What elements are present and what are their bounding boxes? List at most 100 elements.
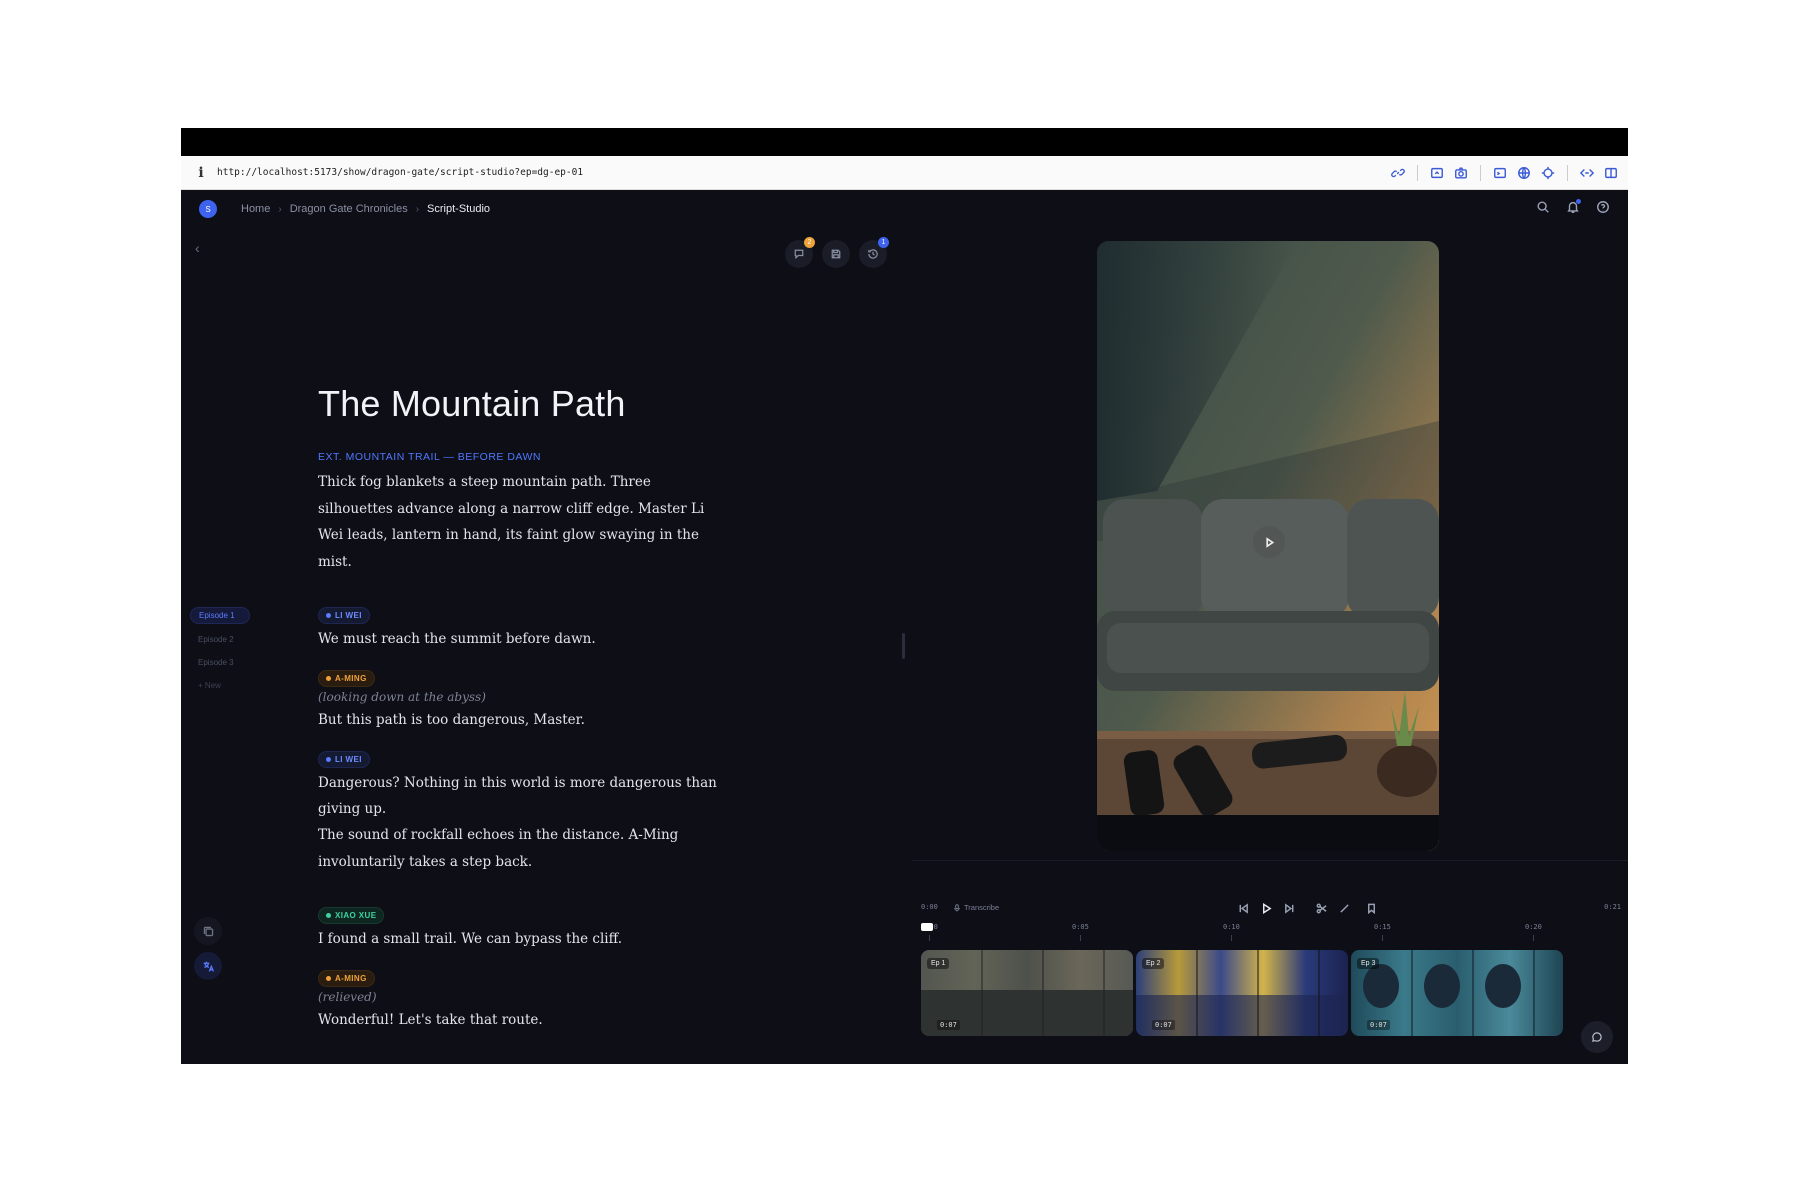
chat-bubble-icon — [1592, 1032, 1602, 1042]
breadcrumb-home[interactable]: Home — [241, 203, 270, 215]
timeline-clip-ep1[interactable]: Ep 1 0:07 — [921, 950, 1133, 1036]
parenthetical[interactable]: (relieved) — [318, 987, 718, 1007]
breadcrumb-show[interactable]: Dragon Gate Chronicles — [290, 203, 408, 215]
skip-forward-icon — [1284, 902, 1293, 914]
clip-duration: 0:07 — [937, 1020, 960, 1030]
play-icon — [1265, 536, 1274, 548]
comments-button[interactable]: 2 — [785, 237, 815, 268]
preview-play-button[interactable] — [1253, 526, 1285, 558]
ruler-mark — [1533, 935, 1534, 941]
camera-icon[interactable] — [1452, 164, 1470, 182]
skip-back-button[interactable] — [1236, 901, 1250, 915]
split-view-icon[interactable] — [1602, 164, 1620, 182]
dialogue-line[interactable]: Wonderful! Let's take that route. — [318, 1007, 718, 1033]
bookmark-icon — [1367, 903, 1375, 914]
translate-icon — [203, 961, 214, 972]
url-text[interactable]: http://localhost:5173/show/dragon-gate/s… — [217, 167, 583, 178]
screenshot-region-icon[interactable] — [1428, 164, 1446, 182]
ruler-tick-label: 0:05 — [1072, 923, 1089, 931]
terminal-icon[interactable] — [1491, 164, 1509, 182]
ruler-mark — [1382, 935, 1383, 941]
search-icon[interactable] — [1536, 200, 1550, 219]
character-dot — [326, 613, 331, 618]
duplicate-button[interactable] — [194, 917, 222, 945]
translate-button[interactable] — [194, 952, 222, 980]
character-dot — [326, 976, 331, 981]
timeline-clip-ep3[interactable]: Ep 3 0:07 — [1351, 950, 1563, 1036]
dialogue-line[interactable]: I found a small trail. We can bypass the… — [318, 926, 718, 952]
header-actions — [1536, 189, 1610, 229]
save-button[interactable] — [822, 240, 850, 268]
script-title[interactable]: The Mountain Path — [318, 383, 718, 425]
character-dot — [326, 757, 331, 762]
comment-icon — [794, 249, 804, 260]
clip-label: Ep 1 — [927, 958, 950, 969]
breadcrumb-current: Script-Studio — [427, 203, 491, 215]
history-button[interactable]: 1 — [859, 237, 889, 268]
character-cue[interactable]: LI WEI — [318, 607, 370, 624]
breadcrumb-separator: › — [415, 203, 420, 215]
history-badge: 1 — [878, 237, 889, 248]
character-cue[interactable]: A-MING — [318, 970, 375, 987]
dialogue-line[interactable]: But this path is too dangerous, Master. — [318, 707, 718, 733]
crosshair-icon[interactable] — [1539, 164, 1557, 182]
action-text[interactable]: The sound of rockfall echoes in the dist… — [318, 822, 718, 875]
ruler-mark — [929, 935, 930, 941]
character-cue[interactable]: A-MING — [318, 670, 375, 687]
comments-badge: 2 — [804, 237, 815, 248]
panel-resize-handle[interactable] — [902, 633, 905, 659]
skip-forward-button[interactable] — [1282, 901, 1296, 915]
transcribe-button[interactable]: Transcribe — [953, 903, 999, 912]
slash-icon — [1339, 903, 1349, 913]
episode-tab-2[interactable]: Episode 2 — [190, 632, 250, 647]
save-icon — [831, 249, 841, 259]
action-text[interactable]: Thick fog blankets a steep mountain path… — [318, 469, 718, 575]
character-cue[interactable]: XIAO XUE — [318, 907, 385, 924]
scene-heading[interactable]: EXT. MOUNTAIN TRAIL — BEFORE DAWN — [318, 451, 718, 463]
timeline-clip-ep2[interactable]: Ep 2 0:07 — [1136, 950, 1348, 1036]
toolbar-divider — [1417, 164, 1418, 181]
chat-button[interactable] — [1581, 1021, 1613, 1053]
bell-icon[interactable] — [1566, 198, 1581, 219]
user-avatar[interactable]: S — [199, 200, 217, 218]
parenthetical[interactable]: (looking down at the abyss) — [318, 687, 718, 707]
collapse-sidebar-button[interactable]: ‹ — [195, 240, 200, 256]
blade-button[interactable] — [1337, 901, 1351, 915]
character-dot — [326, 913, 331, 918]
ruler-mark — [1231, 935, 1232, 941]
dialogue-line[interactable]: We must reach the summit before dawn. — [318, 626, 718, 652]
marker-button[interactable] — [1364, 901, 1378, 915]
playhead[interactable] — [921, 923, 933, 931]
play-button[interactable] — [1259, 901, 1273, 915]
code-icon[interactable] — [1578, 164, 1596, 182]
episode-tab-3[interactable]: Episode 3 — [190, 655, 250, 670]
ruler-tick-label: 0:20 — [1525, 923, 1542, 931]
timeline-ruler[interactable]: 0:00 0:05 0:10 0:15 0:20 — [921, 921, 1621, 943]
app-header: S Home › Dragon Gate Chronicles › Script… — [181, 189, 1628, 229]
skip-back-icon — [1239, 902, 1248, 914]
dialogue-line[interactable]: Dangerous? Nothing in this world is more… — [318, 770, 718, 822]
ruler-mark — [1080, 935, 1081, 941]
script-editor[interactable]: The Mountain Path EXT. MOUNTAIN TRAIL — … — [318, 383, 718, 1033]
globe-icon[interactable] — [1515, 164, 1533, 182]
cut-button[interactable] — [1314, 901, 1328, 915]
ruler-tick-label: 0:15 — [1374, 923, 1391, 931]
info-icon[interactable]: i — [193, 165, 209, 181]
character-dot — [326, 676, 331, 681]
notification-dot — [1576, 198, 1581, 204]
toolbar-divider — [1480, 164, 1481, 181]
app-window: i http://localhost:5173/show/dragon-gate… — [181, 128, 1628, 1064]
breadcrumb-separator: › — [278, 203, 282, 215]
window-top-bar — [181, 128, 1628, 156]
timeline-divider — [912, 860, 1628, 861]
clip-duration: 0:07 — [1367, 1020, 1390, 1030]
clip-duration: 0:07 — [1152, 1020, 1175, 1030]
link-icon[interactable] — [1389, 164, 1407, 182]
episode-list: Episode 1 Episode 2 Episode 3 + New — [190, 607, 250, 701]
character-cue[interactable]: LI WEI — [318, 751, 370, 768]
copy-icon — [203, 926, 213, 936]
new-episode-button[interactable]: + New — [190, 678, 250, 693]
episode-tab-1[interactable]: Episode 1 — [190, 607, 250, 624]
clip-label: Ep 2 — [1142, 958, 1165, 969]
help-icon[interactable] — [1596, 200, 1610, 219]
